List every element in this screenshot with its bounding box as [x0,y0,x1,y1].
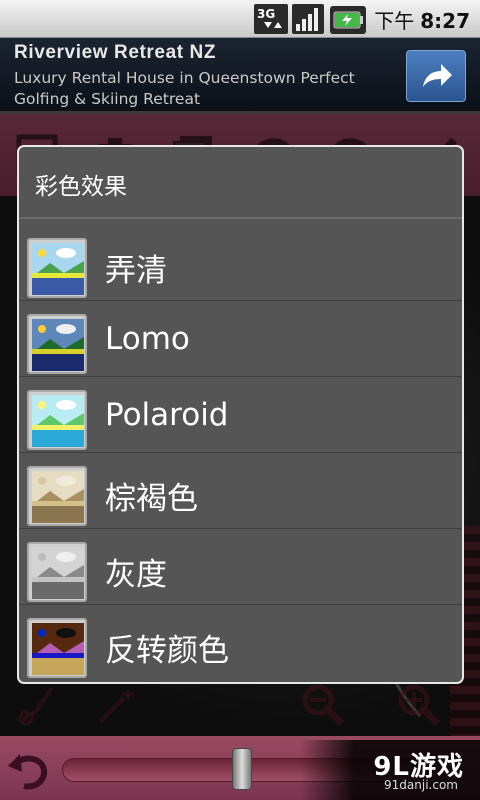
watermark-url: 91danji.com [384,778,458,792]
landscape-grayscale-icon [27,542,87,602]
clock: 下午 8:27 [374,5,470,34]
dialog-divider [19,217,462,219]
network-label: 3G [257,7,275,21]
effect-option-polaroid[interactable]: Polaroid [19,377,462,453]
effect-label: 棕褐色 [105,481,198,517]
share-arrow-icon [423,64,452,87]
effect-option-grayscale[interactable]: 灰度 [19,529,462,605]
effect-label: 灰度 [105,557,167,593]
signal-strength-icon [292,4,324,34]
effect-option-lomo[interactable]: Lomo [19,301,462,377]
ad-action-button[interactable] [406,50,466,102]
undo-icon[interactable] [6,750,50,790]
effect-label: Lomo [105,321,190,357]
landscape-lomo-icon [27,314,87,374]
watermark: 9L游戏 91danji.com [300,740,480,800]
ad-title: Riverview Retreat NZ [14,42,217,63]
dialog-title: 彩色效果 [35,174,127,200]
effect-slider-thumb[interactable] [232,748,252,790]
battery-charging-icon [330,6,366,34]
landscape-polaroid-icon [27,390,87,450]
ad-description: Luxury Rental House in Queenstown Perfec… [14,69,355,108]
ad-banner[interactable]: Riverview Retreat NZ Luxury Rental House… [0,38,480,114]
effect-option-clear[interactable]: 弄清 [19,225,462,301]
effect-option-negative[interactable]: 反转颜色 [19,605,462,681]
3g-data-icon: 3G [254,4,288,34]
clock-period: 下午 [374,9,415,33]
clock-time: 8:27 [420,9,470,33]
color-effect-dialog: 彩色效果 弄清 Lomo Polaroid 棕褐色 灰度 反转颜色 [17,145,464,684]
effect-label: 弄清 [105,253,167,289]
effect-label: Polaroid [105,397,229,433]
status-bar: 3G 下午 8:27 [0,0,480,38]
effect-option-sepia[interactable]: 棕褐色 [19,453,462,529]
effect-label: 反转颜色 [105,633,229,669]
landscape-clear-icon [27,238,87,298]
landscape-negative-icon [27,618,87,678]
landscape-sepia-icon [27,466,87,526]
